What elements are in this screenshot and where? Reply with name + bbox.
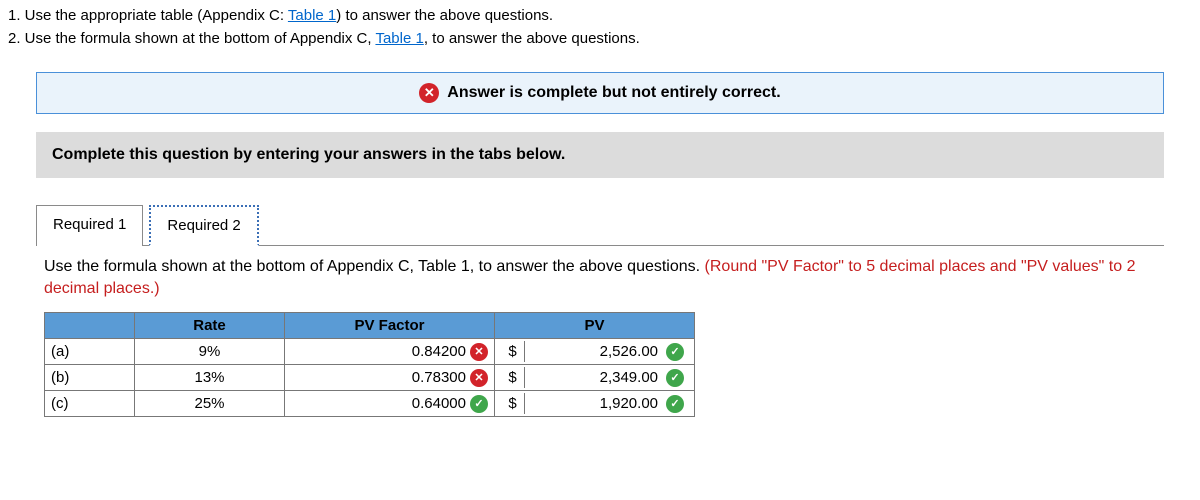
pv-value: 1,920.00 xyxy=(600,395,658,412)
pv-factor-cell[interactable]: 0.64000✓ xyxy=(285,391,495,417)
pv-cell[interactable]: $2,526.00 ✓ xyxy=(495,339,695,365)
rate-cell[interactable]: 9% xyxy=(135,339,285,365)
rate-cell[interactable]: 13% xyxy=(135,365,285,391)
pv-cell[interactable]: $2,349.00 ✓ xyxy=(495,365,695,391)
panel-instruction: Use the formula shown at the bottom of A… xyxy=(44,256,1156,301)
instr1-prefix: 1. Use the appropriate table (Appendix C… xyxy=(8,7,288,24)
currency-symbol: $ xyxy=(501,341,525,362)
row-label: (a) xyxy=(45,339,135,365)
table-row: (a)9%0.84200✕$2,526.00✓ xyxy=(45,339,695,365)
status-text: Answer is complete but not entirely corr… xyxy=(447,84,780,102)
instructions-block: 1. Use the appropriate table (Appendix C… xyxy=(8,5,1192,50)
th-blank xyxy=(45,313,135,339)
x-icon: ✕ xyxy=(470,343,488,361)
table1-link-b[interactable]: Table 1 xyxy=(375,30,423,47)
instr2-suffix: , to answer the above questions. xyxy=(424,30,640,47)
table1-link-a[interactable]: Table 1 xyxy=(288,7,336,24)
pv-factor-value: 0.64000 xyxy=(366,395,466,412)
tab-required-2[interactable]: Required 2 xyxy=(149,205,258,246)
pv-value: 2,526.00 xyxy=(600,343,658,360)
currency-symbol: $ xyxy=(501,393,525,414)
answer-table: Rate PV Factor PV (a)9%0.84200✕$2,526.00… xyxy=(44,312,695,417)
th-pv: PV xyxy=(495,313,695,339)
tab-bar: Required 1 Required 2 xyxy=(36,204,1164,246)
pv-factor-value: 0.84200 xyxy=(366,343,466,360)
rate-cell[interactable]: 25% xyxy=(135,391,285,417)
check-icon: ✓ xyxy=(666,395,684,413)
pv-cell[interactable]: $1,920.00 ✓ xyxy=(495,391,695,417)
check-icon: ✓ xyxy=(666,343,684,361)
row-label: (b) xyxy=(45,365,135,391)
pv-factor-cell[interactable]: 0.78300✕ xyxy=(285,365,495,391)
table-row: (c)25%0.64000✓$1,920.00✓ xyxy=(45,391,695,417)
x-icon: ✕ xyxy=(470,369,488,387)
complete-instruction: Complete this question by entering your … xyxy=(36,132,1164,178)
row-label: (c) xyxy=(45,391,135,417)
instruction-2: 2. Use the formula shown at the bottom o… xyxy=(8,28,1192,50)
instr1-suffix: ) to answer the above questions. xyxy=(336,7,553,24)
instruction-1: 1. Use the appropriate table (Appendix C… xyxy=(8,5,1192,27)
tab-panel-required-2: Use the formula shown at the bottom of A… xyxy=(36,246,1164,418)
th-rate: Rate xyxy=(135,313,285,339)
th-pv-factor: PV Factor xyxy=(285,313,495,339)
instr2-prefix: 2. Use the formula shown at the bottom o… xyxy=(8,30,375,47)
panel-instr-main: Use the formula shown at the bottom of A… xyxy=(44,258,705,275)
tab-required-1[interactable]: Required 1 xyxy=(36,205,143,246)
pv-value: 2,349.00 xyxy=(600,369,658,386)
table-row: (b)13%0.78300✕$2,349.00✓ xyxy=(45,365,695,391)
incorrect-icon: ✕ xyxy=(419,83,439,103)
pv-factor-value: 0.78300 xyxy=(366,369,466,386)
currency-symbol: $ xyxy=(501,367,525,388)
pv-factor-cell[interactable]: 0.84200✕ xyxy=(285,339,495,365)
status-bar: ✕ Answer is complete but not entirely co… xyxy=(36,72,1164,114)
check-icon: ✓ xyxy=(470,395,488,413)
check-icon: ✓ xyxy=(666,369,684,387)
